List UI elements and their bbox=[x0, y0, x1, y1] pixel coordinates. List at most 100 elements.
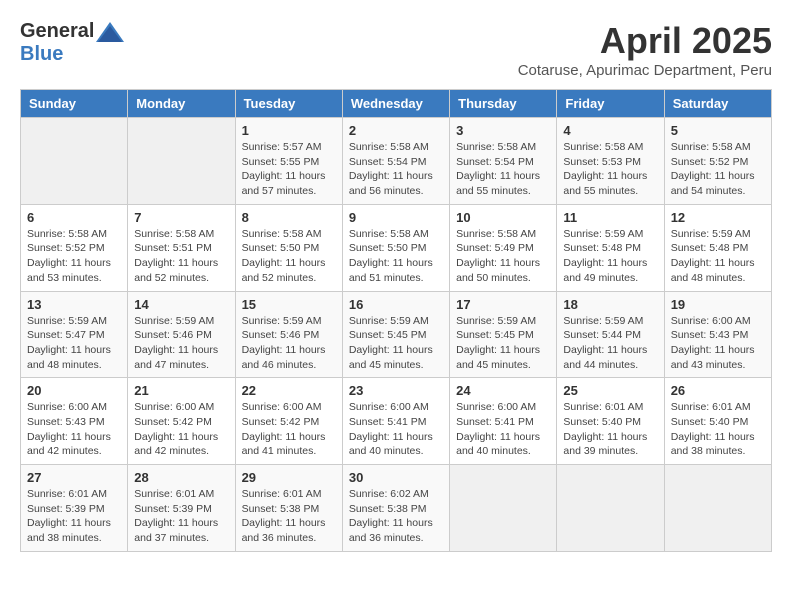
calendar-cell: 5Sunrise: 5:58 AM Sunset: 5:52 PM Daylig… bbox=[664, 118, 771, 205]
calendar-cell bbox=[450, 465, 557, 552]
calendar-cell: 2 Sunrise: 5:58 AM Sunset: 5:54 PM Daylig… bbox=[342, 118, 449, 205]
day-number: 18 bbox=[563, 297, 657, 312]
header-tuesday: Tuesday bbox=[235, 90, 342, 118]
day-number: 1 bbox=[242, 123, 336, 138]
calendar-cell: 8 Sunrise: 5:58 AM Sunset: 5:50 PM Daylig… bbox=[235, 204, 342, 291]
calendar-cell: 25Sunrise: 6:01 AM Sunset: 5:40 PM Dayli… bbox=[557, 378, 664, 465]
day-number: 2 bbox=[349, 123, 443, 138]
day-info: Sunrise: 5:59 AM Sunset: 5:46 PM Dayligh… bbox=[242, 314, 336, 373]
calendar-cell bbox=[664, 465, 771, 552]
calendar-cell: 10Sunrise: 5:58 AM Sunset: 5:49 PM Dayli… bbox=[450, 204, 557, 291]
day-info: Sunrise: 5:57 AM Sunset: 5:55 PM Dayligh… bbox=[242, 140, 336, 199]
day-number: 24 bbox=[456, 383, 550, 398]
day-info: Sunrise: 6:01 AM Sunset: 5:40 PM Dayligh… bbox=[671, 400, 765, 459]
day-number: 12 bbox=[671, 210, 765, 225]
logo-general-text: General bbox=[20, 20, 94, 43]
calendar-cell: 13 Sunrise: 5:59 AM Sunset: 5:47 PM Dayli… bbox=[21, 291, 128, 378]
day-info: Sunrise: 5:59 AM Sunset: 5:48 PM Dayligh… bbox=[563, 227, 657, 286]
logo-icon bbox=[96, 22, 124, 42]
calendar-cell: 12 Sunrise: 5:59 AM Sunset: 5:48 PM Dayli… bbox=[664, 204, 771, 291]
day-number: 17 bbox=[456, 297, 550, 312]
day-info: Sunrise: 5:59 AM Sunset: 5:48 PM Dayligh… bbox=[671, 227, 765, 286]
day-info: Sunrise: 5:58 AM Sunset: 5:52 PM Dayligh… bbox=[27, 227, 121, 286]
calendar-cell: 17 Sunrise: 5:59 AM Sunset: 5:45 PM Dayli… bbox=[450, 291, 557, 378]
day-info: Sunrise: 5:58 AM Sunset: 5:53 PM Dayligh… bbox=[563, 140, 657, 199]
calendar-cell: 18 Sunrise: 5:59 AM Sunset: 5:44 PM Dayli… bbox=[557, 291, 664, 378]
calendar-cell: 29 Sunrise: 6:01 AM Sunset: 5:38 PM Dayli… bbox=[235, 465, 342, 552]
day-info: Sunrise: 5:59 AM Sunset: 5:47 PM Dayligh… bbox=[27, 314, 121, 373]
day-number: 9 bbox=[349, 210, 443, 225]
day-info: Sunrise: 6:01 AM Sunset: 5:38 PM Dayligh… bbox=[242, 487, 336, 546]
calendar-cell: 19 Sunrise: 6:00 AM Sunset: 5:43 PM Dayli… bbox=[664, 291, 771, 378]
day-info: Sunrise: 5:59 AM Sunset: 5:45 PM Dayligh… bbox=[349, 314, 443, 373]
calendar-cell: 15 Sunrise: 5:59 AM Sunset: 5:46 PM Dayli… bbox=[235, 291, 342, 378]
day-number: 19 bbox=[671, 297, 765, 312]
day-info: Sunrise: 6:00 AM Sunset: 5:42 PM Dayligh… bbox=[134, 400, 228, 459]
day-info: Sunrise: 5:58 AM Sunset: 5:51 PM Dayligh… bbox=[134, 227, 228, 286]
day-info: Sunrise: 6:01 AM Sunset: 5:39 PM Dayligh… bbox=[134, 487, 228, 546]
header-sunday: Sunday bbox=[21, 90, 128, 118]
day-info: Sunrise: 6:00 AM Sunset: 5:41 PM Dayligh… bbox=[349, 400, 443, 459]
calendar-cell: 11Sunrise: 5:59 AM Sunset: 5:48 PM Dayli… bbox=[557, 204, 664, 291]
day-number: 28 bbox=[134, 470, 228, 485]
calendar-title: April 2025 bbox=[518, 20, 772, 62]
calendar-cell: 28 Sunrise: 6:01 AM Sunset: 5:39 PM Dayli… bbox=[128, 465, 235, 552]
day-number: 29 bbox=[242, 470, 336, 485]
day-number: 27 bbox=[27, 470, 121, 485]
day-info: Sunrise: 5:58 AM Sunset: 5:52 PM Dayligh… bbox=[671, 140, 765, 199]
day-info: Sunrise: 6:00 AM Sunset: 5:42 PM Dayligh… bbox=[242, 400, 336, 459]
day-number: 6 bbox=[27, 210, 121, 225]
day-number: 16 bbox=[349, 297, 443, 312]
day-info: Sunrise: 5:58 AM Sunset: 5:54 PM Dayligh… bbox=[349, 140, 443, 199]
calendar-table: SundayMondayTuesdayWednesdayThursdayFrid… bbox=[20, 89, 772, 552]
calendar-cell: 3 Sunrise: 5:58 AM Sunset: 5:54 PM Daylig… bbox=[450, 118, 557, 205]
header-monday: Monday bbox=[128, 90, 235, 118]
day-number: 14 bbox=[134, 297, 228, 312]
day-number: 4 bbox=[563, 123, 657, 138]
day-number: 13 bbox=[27, 297, 121, 312]
calendar-week-row: 20 Sunrise: 6:00 AM Sunset: 5:43 PM Dayli… bbox=[21, 378, 772, 465]
page-header: General Blue April 2025 Cotaruse, Apurim… bbox=[20, 20, 772, 79]
day-number: 20 bbox=[27, 383, 121, 398]
calendar-cell: 26 Sunrise: 6:01 AM Sunset: 5:40 PM Dayli… bbox=[664, 378, 771, 465]
calendar-cell: 21Sunrise: 6:00 AM Sunset: 5:42 PM Dayli… bbox=[128, 378, 235, 465]
calendar-cell: 14Sunrise: 5:59 AM Sunset: 5:46 PM Dayli… bbox=[128, 291, 235, 378]
header-wednesday: Wednesday bbox=[342, 90, 449, 118]
title-block: April 2025 Cotaruse, Apurimac Department… bbox=[518, 20, 772, 79]
day-info: Sunrise: 5:58 AM Sunset: 5:49 PM Dayligh… bbox=[456, 227, 550, 286]
day-info: Sunrise: 5:58 AM Sunset: 5:50 PM Dayligh… bbox=[242, 227, 336, 286]
calendar-week-row: 27 Sunrise: 6:01 AM Sunset: 5:39 PM Dayli… bbox=[21, 465, 772, 552]
day-info: Sunrise: 5:58 AM Sunset: 5:54 PM Dayligh… bbox=[456, 140, 550, 199]
day-info: Sunrise: 5:59 AM Sunset: 5:45 PM Dayligh… bbox=[456, 314, 550, 373]
day-info: Sunrise: 6:00 AM Sunset: 5:43 PM Dayligh… bbox=[27, 400, 121, 459]
day-info: Sunrise: 6:02 AM Sunset: 5:38 PM Dayligh… bbox=[349, 487, 443, 546]
day-number: 7 bbox=[134, 210, 228, 225]
calendar-cell: 7 Sunrise: 5:58 AM Sunset: 5:51 PM Daylig… bbox=[128, 204, 235, 291]
calendar-subtitle: Cotaruse, Apurimac Department, Peru bbox=[518, 62, 772, 79]
calendar-week-row: 1 Sunrise: 5:57 AM Sunset: 5:55 PM Daylig… bbox=[21, 118, 772, 205]
calendar-cell bbox=[21, 118, 128, 205]
header-friday: Friday bbox=[557, 90, 664, 118]
day-info: Sunrise: 6:00 AM Sunset: 5:41 PM Dayligh… bbox=[456, 400, 550, 459]
calendar-cell bbox=[128, 118, 235, 205]
day-info: Sunrise: 6:00 AM Sunset: 5:43 PM Dayligh… bbox=[671, 314, 765, 373]
day-number: 23 bbox=[349, 383, 443, 398]
calendar-week-row: 6 Sunrise: 5:58 AM Sunset: 5:52 PM Daylig… bbox=[21, 204, 772, 291]
day-info: Sunrise: 5:59 AM Sunset: 5:44 PM Dayligh… bbox=[563, 314, 657, 373]
day-info: Sunrise: 6:01 AM Sunset: 5:40 PM Dayligh… bbox=[563, 400, 657, 459]
day-number: 30 bbox=[349, 470, 443, 485]
calendar-cell: 6 Sunrise: 5:58 AM Sunset: 5:52 PM Daylig… bbox=[21, 204, 128, 291]
day-number: 22 bbox=[242, 383, 336, 398]
day-info: Sunrise: 5:58 AM Sunset: 5:50 PM Dayligh… bbox=[349, 227, 443, 286]
calendar-cell bbox=[557, 465, 664, 552]
calendar-cell: 24 Sunrise: 6:00 AM Sunset: 5:41 PM Dayli… bbox=[450, 378, 557, 465]
day-number: 3 bbox=[456, 123, 550, 138]
calendar-cell: 27Sunrise: 6:01 AM Sunset: 5:39 PM Dayli… bbox=[21, 465, 128, 552]
calendar-cell: 4 Sunrise: 5:58 AM Sunset: 5:53 PM Daylig… bbox=[557, 118, 664, 205]
day-number: 15 bbox=[242, 297, 336, 312]
day-number: 8 bbox=[242, 210, 336, 225]
header-thursday: Thursday bbox=[450, 90, 557, 118]
day-number: 26 bbox=[671, 383, 765, 398]
header-saturday: Saturday bbox=[664, 90, 771, 118]
calendar-cell: 1 Sunrise: 5:57 AM Sunset: 5:55 PM Daylig… bbox=[235, 118, 342, 205]
